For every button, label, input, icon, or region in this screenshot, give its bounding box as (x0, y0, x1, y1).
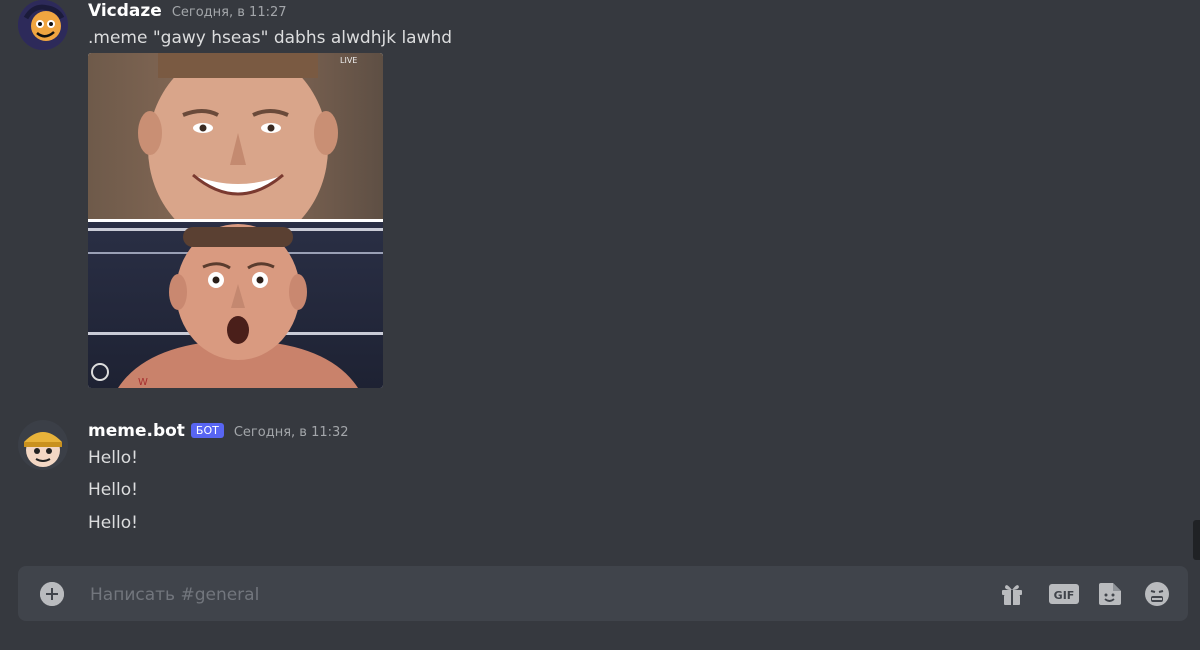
message-header: Vicdaze Сегодня, в 11:27 (88, 1, 287, 21)
message-vicdaze: Vicdaze Сегодня, в 11:27 .meme "gawy hse… (0, 0, 1190, 400)
sticker-icon[interactable] (1096, 580, 1124, 608)
chat-view: Vicdaze Сегодня, в 11:27 .meme "gawy hse… (0, 0, 1200, 650)
message-header: meme.bot БОТ Сегодня, в 11:32 (88, 421, 349, 441)
timestamp: Сегодня, в 11:27 (171, 5, 287, 20)
message-content: .meme "gawy hseas" dabhs alwdhjk lawhd (88, 28, 453, 48)
gif-icon[interactable]: GIF (1048, 580, 1080, 608)
meme-frame-bottom: W (88, 222, 383, 388)
message-memebot: meme.bot БОТ Сегодня, в 11:32 Hello! Hel… (0, 418, 1190, 548)
meme-frame-top: LIVE (88, 53, 383, 248)
avatar-memebot[interactable] (18, 420, 68, 470)
message-line: Hello! (88, 513, 138, 533)
message-line: Hello! (88, 448, 138, 468)
meme-image-attachment[interactable]: LIVE W (88, 53, 383, 388)
svg-text:W: W (138, 377, 148, 388)
message-input[interactable] (88, 579, 972, 611)
gift-icon[interactable] (998, 580, 1026, 608)
author-name[interactable]: Vicdaze (88, 1, 162, 21)
message-composer: GIF (18, 566, 1188, 621)
bot-badge: БОТ (190, 423, 224, 438)
scrollbar-thumb[interactable] (1193, 520, 1200, 560)
gif-label: GIF (1054, 589, 1075, 602)
author-name[interactable]: meme.bot (88, 421, 185, 441)
avatar-vicdaze[interactable] (18, 0, 68, 50)
emoji-icon[interactable] (1143, 580, 1171, 608)
timestamp: Сегодня, в 11:32 (233, 425, 349, 440)
live-watermark: LIVE (340, 56, 357, 65)
message-line: Hello! (88, 480, 138, 500)
plus-circle-icon[interactable] (40, 582, 64, 606)
